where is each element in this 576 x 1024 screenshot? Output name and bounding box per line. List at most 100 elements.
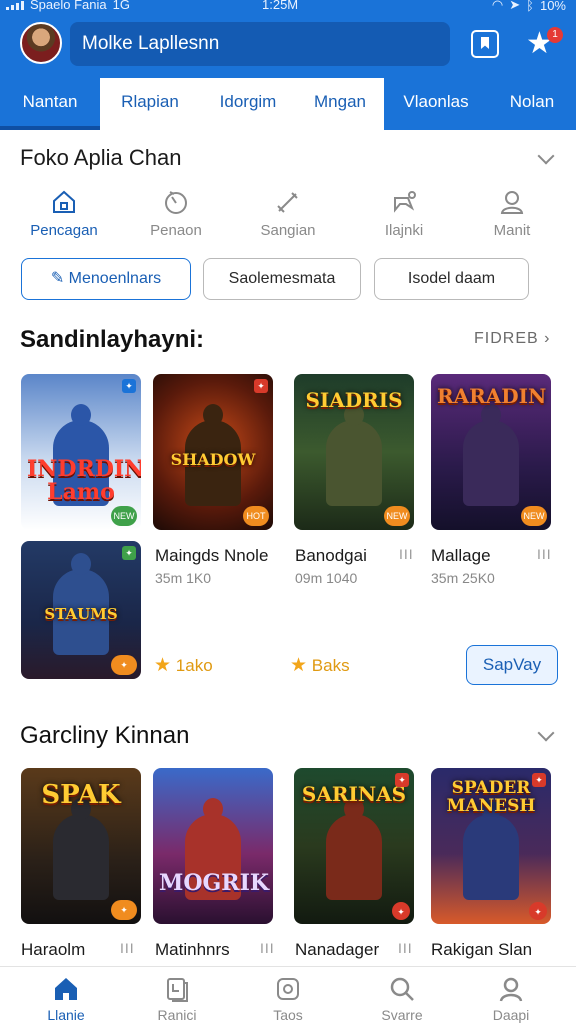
nav-label: Ranici <box>157 1007 197 1023</box>
game-art <box>463 404 519 506</box>
more-menu-icon[interactable]: III <box>120 940 135 956</box>
badge-icon: ✦ <box>395 773 409 787</box>
carrier-name: Spaelo Fania <box>30 0 107 12</box>
game-title-art: MOGRIK <box>159 870 269 896</box>
tab-rlapian[interactable]: Rlapian <box>100 78 200 130</box>
category-sangian[interactable]: Sangian <box>238 188 338 239</box>
game-meta: 09m 1040 <box>295 570 358 586</box>
badge-icon: ✦ <box>122 379 136 393</box>
category-label: Ilajnki <box>384 222 424 239</box>
game-badge: NEW <box>521 506 547 526</box>
game-badge-icon: ✦ <box>392 902 410 920</box>
game-badge: NEW <box>384 506 410 526</box>
bottom-nav: Llanie Ranici Taos Svarre Daapi <box>0 966 576 1024</box>
game-title-art: SPADER MANESH <box>446 778 536 816</box>
filter-chip-menoenlnars[interactable]: ✎ Menoenlnars <box>21 258 191 300</box>
status-time: 1:25M <box>262 0 299 12</box>
more-menu-icon[interactable]: III <box>398 940 413 956</box>
bookmark-icon[interactable] <box>471 30 499 58</box>
game-card[interactable]: SPAK ✦ <box>21 768 141 924</box>
search-input[interactable]: Molke Lapllesnn <box>70 22 450 66</box>
game-badge-icon: ✦ <box>529 902 547 920</box>
nav-label: Taos <box>273 1007 303 1023</box>
home-icon <box>53 190 75 213</box>
category-label: Penaon <box>150 222 202 239</box>
more-menu-icon[interactable]: III <box>399 546 414 562</box>
notification-badge: 1 <box>547 27 563 43</box>
filter-chip-saolemesmata[interactable]: Saolemesmata <box>203 258 361 300</box>
category-label: Sangian <box>260 222 316 239</box>
badge-icon: ✦ <box>254 379 268 393</box>
avatar[interactable] <box>20 22 62 64</box>
game-card[interactable]: STAUMS ✦ ✦ <box>21 541 141 679</box>
category-ilajnki[interactable]: Ilajnki <box>354 188 454 239</box>
game-card[interactable]: INDRDIN Lamo ✦ NEW <box>21 374 141 530</box>
category-label: Manit <box>493 222 531 239</box>
game-title-art: SHADOW <box>170 450 256 469</box>
game-name[interactable]: Nanadager <box>295 940 379 960</box>
game-name[interactable]: Matinhnrs <box>155 940 230 960</box>
battery-level: 10% <box>539 0 566 13</box>
nav-home[interactable]: Llanie <box>21 975 111 1023</box>
game-card[interactable]: SPADER MANESH ✦ ✦ <box>431 768 551 924</box>
game-card[interactable]: SHADOW ✦ HOT <box>153 374 273 530</box>
more-menu-icon[interactable]: III <box>537 546 552 562</box>
nav-label: Svarre <box>381 1007 423 1023</box>
game-card[interactable]: SIADRIS NEW <box>294 374 414 530</box>
nav-profile[interactable]: Daapi <box>466 975 556 1023</box>
star-icon: ★ <box>154 655 172 676</box>
game-title-art: SPAK <box>41 780 121 810</box>
profile-icon <box>499 977 523 1002</box>
game-name[interactable]: Maingds Nnole <box>155 546 268 566</box>
nav-library[interactable]: Ranici <box>132 975 222 1023</box>
chip-label: Menoenlnars <box>68 270 162 287</box>
game-name[interactable]: Mallage <box>431 546 491 566</box>
filter-chip-isodel-daam[interactable]: Isodel daam <box>374 258 529 300</box>
chevron-right-icon: › <box>544 330 551 347</box>
see-all-link[interactable]: FIDREB › <box>474 330 550 348</box>
category-manit[interactable]: Manit <box>462 188 562 239</box>
game-name[interactable]: Banodgai <box>295 546 367 566</box>
nav-label: Daapi <box>492 1007 530 1023</box>
tab-nantan[interactable]: Nantan <box>0 78 100 130</box>
game-name[interactable]: Haraolm <box>21 940 85 960</box>
pencil-icon: ✎ <box>50 270 69 287</box>
tab-idorgim[interactable]: Idorgim <box>200 78 296 130</box>
game-meta: 35m 1K0 <box>155 570 212 586</box>
badge-icon: ✦ <box>532 773 546 787</box>
nav-tasks[interactable]: Taos <box>243 975 333 1023</box>
game-card[interactable]: RARADIN NEW <box>431 374 551 530</box>
chevron-down-icon[interactable] <box>537 147 555 165</box>
timer-icon <box>165 191 187 214</box>
home-icon <box>55 978 77 1000</box>
top-tabs: Nantan Rlapian Idorgim Mngan Vlaonlas No… <box>0 78 576 130</box>
game-badge: NEW <box>111 506 137 526</box>
game-card[interactable]: MOGRIK <box>153 768 273 924</box>
tab-mngan[interactable]: Mngan <box>296 78 384 130</box>
game-title-art: INDRDIN Lamo <box>27 456 141 506</box>
category-penaon[interactable]: Penaon <box>126 188 226 239</box>
game-art <box>53 798 109 900</box>
person-icon <box>500 191 524 214</box>
library-icon <box>167 978 188 1002</box>
game-badge-icon: ✦ <box>111 900 137 920</box>
category-label: Pencagan <box>30 222 98 239</box>
nav-search[interactable]: Svarre <box>357 975 447 1023</box>
tab-nolan[interactable]: Nolan <box>488 78 576 130</box>
game-art <box>326 404 382 506</box>
tab-vlaonlas[interactable]: Vlaonlas <box>384 78 488 130</box>
game-name[interactable]: Rakigan Slan <box>431 940 532 960</box>
save-button[interactable]: SapVay <box>466 645 558 685</box>
category-row: Pencagan Penaon Sangian Ilajnki Manit <box>0 188 576 244</box>
network-type: 1G <box>112 0 130 12</box>
sword-icon <box>277 192 298 213</box>
game-meta: 35m 25K0 <box>431 570 495 586</box>
game-card[interactable]: SARINAS ✦ ✦ <box>294 768 414 924</box>
game-title-art: STAUMS <box>44 605 118 623</box>
more-menu-icon[interactable]: III <box>260 940 275 956</box>
signal-icon <box>6 0 24 10</box>
chevron-down-icon[interactable] <box>537 724 555 742</box>
category-pencagan[interactable]: Pencagan <box>14 188 114 239</box>
game-title-art: SARINAS <box>301 782 407 806</box>
game-title-art: SIADRIS <box>305 388 403 412</box>
